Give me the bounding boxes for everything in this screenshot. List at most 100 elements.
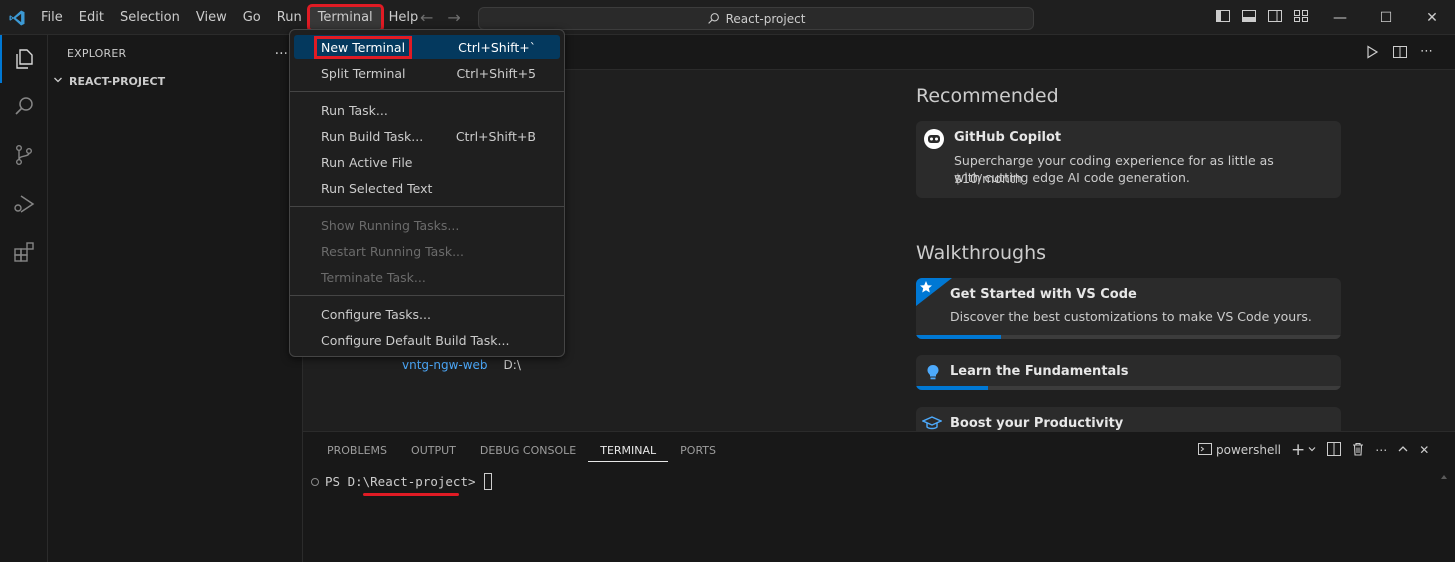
star-badge-icon <box>916 278 952 306</box>
menu-item-shortcut: Ctrl+Shift+B <box>455 128 536 144</box>
menu-separator <box>290 91 564 92</box>
split-editor-icon[interactable] <box>1392 44 1408 64</box>
menu-file[interactable]: File <box>33 7 71 29</box>
walkthrough-progress-fill <box>916 386 989 390</box>
arrow-right-icon[interactable]: → <box>447 8 460 27</box>
search-icon[interactable] <box>0 82 48 130</box>
copilot-desc-line2: with cutting edge AI code generation. <box>954 170 1190 185</box>
title-bar: File Edit Selection View Go Run Terminal… <box>0 0 1455 35</box>
menu-item-shortcut: Ctrl+Shift+5 <box>456 65 536 81</box>
menu-terminal[interactable]: Terminal <box>306 3 384 32</box>
terminal-shell-icon <box>1198 442 1212 459</box>
lightbulb-icon <box>927 365 939 380</box>
walkthrough-progress-fill <box>916 335 1001 339</box>
extensions-icon[interactable] <box>0 228 48 276</box>
recommended-heading: Recommended <box>916 85 1059 107</box>
menu-item-label: Show Running Tasks... <box>321 217 460 233</box>
vscode-logo-icon <box>9 10 25 26</box>
window-title: React-project <box>725 11 806 26</box>
menu-selection[interactable]: Selection <box>112 7 188 29</box>
walkthrough-title: Get Started with VS Code <box>950 287 1137 302</box>
maximize-panel-icon[interactable] <box>1397 443 1409 458</box>
activity-bar <box>0 35 48 562</box>
menu-go[interactable]: Go <box>235 7 269 29</box>
copilot-icon <box>924 129 944 149</box>
sidebar-title: EXPLORER <box>67 47 127 60</box>
window-controls: — ☐ ✕ <box>1317 0 1455 35</box>
menu-restart-running-task: Restart Running Task... <box>294 239 560 263</box>
menu-show-running-tasks: Show Running Tasks... <box>294 213 560 237</box>
terminal-scrollbar[interactable] <box>1441 470 1447 560</box>
toggle-primary-sidebar-icon[interactable] <box>1215 8 1231 24</box>
terminal-menu-dropdown: New Terminal Ctrl+Shift+` Split Terminal… <box>289 29 565 357</box>
run-and-debug-icon[interactable] <box>0 180 48 228</box>
walkthroughs-heading: Walkthroughs <box>916 242 1047 264</box>
navigation-arrows: ← → <box>420 8 461 27</box>
panel-actions: powershell + ⋯ ✕ <box>1198 440 1429 460</box>
menu-run-active-file[interactable]: Run Active File <box>294 150 560 174</box>
walkthrough-progress <box>916 335 1341 339</box>
menu-edit[interactable]: Edit <box>71 7 112 29</box>
split-terminal-icon[interactable] <box>1327 441 1342 459</box>
menu-run-selected-text[interactable]: Run Selected Text <box>294 176 560 200</box>
editor-actions: ⋯ <box>1364 44 1433 64</box>
panel-tabs: PROBLEMS OUTPUT DEBUG CONSOLE TERMINAL P… <box>315 442 728 468</box>
close-panel-icon[interactable]: ✕ <box>1419 443 1429 457</box>
walkthrough-fundamentals[interactable]: Learn the Fundamentals <box>916 355 1341 390</box>
toggle-panel-icon[interactable] <box>1241 8 1257 24</box>
folder-name: REACT-PROJECT <box>69 75 166 88</box>
tab-output[interactable]: OUTPUT <box>399 442 468 468</box>
terminal-prompt-line[interactable]: PS D:\React-project> <box>311 473 492 490</box>
trash-icon[interactable] <box>1351 442 1365 459</box>
search-icon <box>707 13 719 24</box>
chevron-down-icon <box>52 74 64 89</box>
recent-folder-link[interactable]: vntg-ngw-web <box>402 358 488 372</box>
tab-debug-console[interactable]: DEBUG CONSOLE <box>468 442 588 468</box>
more-actions-icon[interactable]: ... <box>275 42 288 58</box>
source-control-icon[interactable] <box>0 131 48 179</box>
tab-terminal[interactable]: TERMINAL <box>588 442 669 462</box>
menu-item-label: Split Terminal <box>321 65 406 81</box>
menu-item-label: Configure Default Build Task... <box>321 332 510 348</box>
customize-layout-icon[interactable] <box>1293 8 1309 24</box>
explorer-icon[interactable] <box>0 35 48 83</box>
menu-run-task[interactable]: Run Task... <box>294 98 560 122</box>
menu-split-terminal[interactable]: Split Terminal Ctrl+Shift+5 <box>294 61 560 85</box>
tab-ports[interactable]: PORTS <box>668 442 728 468</box>
chevron-down-icon[interactable] <box>1307 443 1317 457</box>
explorer-sidebar: EXPLORER ... REACT-PROJECT <box>48 35 303 562</box>
terminal-prompt: PS D:\React-project> <box>325 474 476 489</box>
bottom-panel: PROBLEMS OUTPUT DEBUG CONSOLE TERMINAL P… <box>303 431 1455 562</box>
walkthrough-title: Boost your Productivity <box>950 416 1124 431</box>
menu-run[interactable]: Run <box>269 7 310 29</box>
run-icon[interactable] <box>1364 44 1380 64</box>
command-decoration-icon <box>311 477 319 486</box>
menu-new-terminal[interactable]: New Terminal Ctrl+Shift+` <box>294 35 560 59</box>
folder-section-react-project[interactable]: REACT-PROJECT <box>52 74 165 89</box>
toggle-secondary-sidebar-icon[interactable] <box>1267 8 1283 24</box>
add-terminal-icon[interactable]: + <box>1291 440 1305 460</box>
walkthrough-desc: Discover the best customizations to make… <box>950 309 1312 324</box>
menu-item-label: Run Selected Text <box>321 180 433 196</box>
graduation-cap-icon <box>922 416 942 430</box>
menu-configure-default-build-task[interactable]: Configure Default Build Task... <box>294 328 560 352</box>
terminal-shell-name[interactable]: powershell <box>1216 443 1281 457</box>
copilot-card[interactable]: GitHub Copilot Supercharge your coding e… <box>916 121 1341 198</box>
tab-problems[interactable]: PROBLEMS <box>315 442 399 468</box>
menu-item-label: New Terminal <box>313 35 413 59</box>
arrow-left-icon[interactable]: ← <box>420 8 433 27</box>
menu-item-label: Terminate Task... <box>321 269 426 285</box>
menu-separator <box>290 295 564 296</box>
layout-controls <box>1215 8 1309 24</box>
close-icon[interactable]: ✕ <box>1409 0 1455 35</box>
menu-item-label: Run Active File <box>321 154 413 170</box>
minimize-icon[interactable]: — <box>1317 0 1363 35</box>
menu-configure-tasks[interactable]: Configure Tasks... <box>294 302 560 326</box>
walkthrough-get-started[interactable]: Get Started with VS Code Discover the be… <box>916 278 1341 339</box>
menu-run-build-task[interactable]: Run Build Task... Ctrl+Shift+B <box>294 124 560 148</box>
more-actions-icon[interactable]: ⋯ <box>1375 443 1387 457</box>
menu-view[interactable]: View <box>188 7 235 29</box>
more-actions-icon[interactable]: ⋯ <box>1420 44 1433 64</box>
maximize-icon[interactable]: ☐ <box>1363 0 1409 35</box>
command-center[interactable]: React-project <box>478 7 1034 30</box>
